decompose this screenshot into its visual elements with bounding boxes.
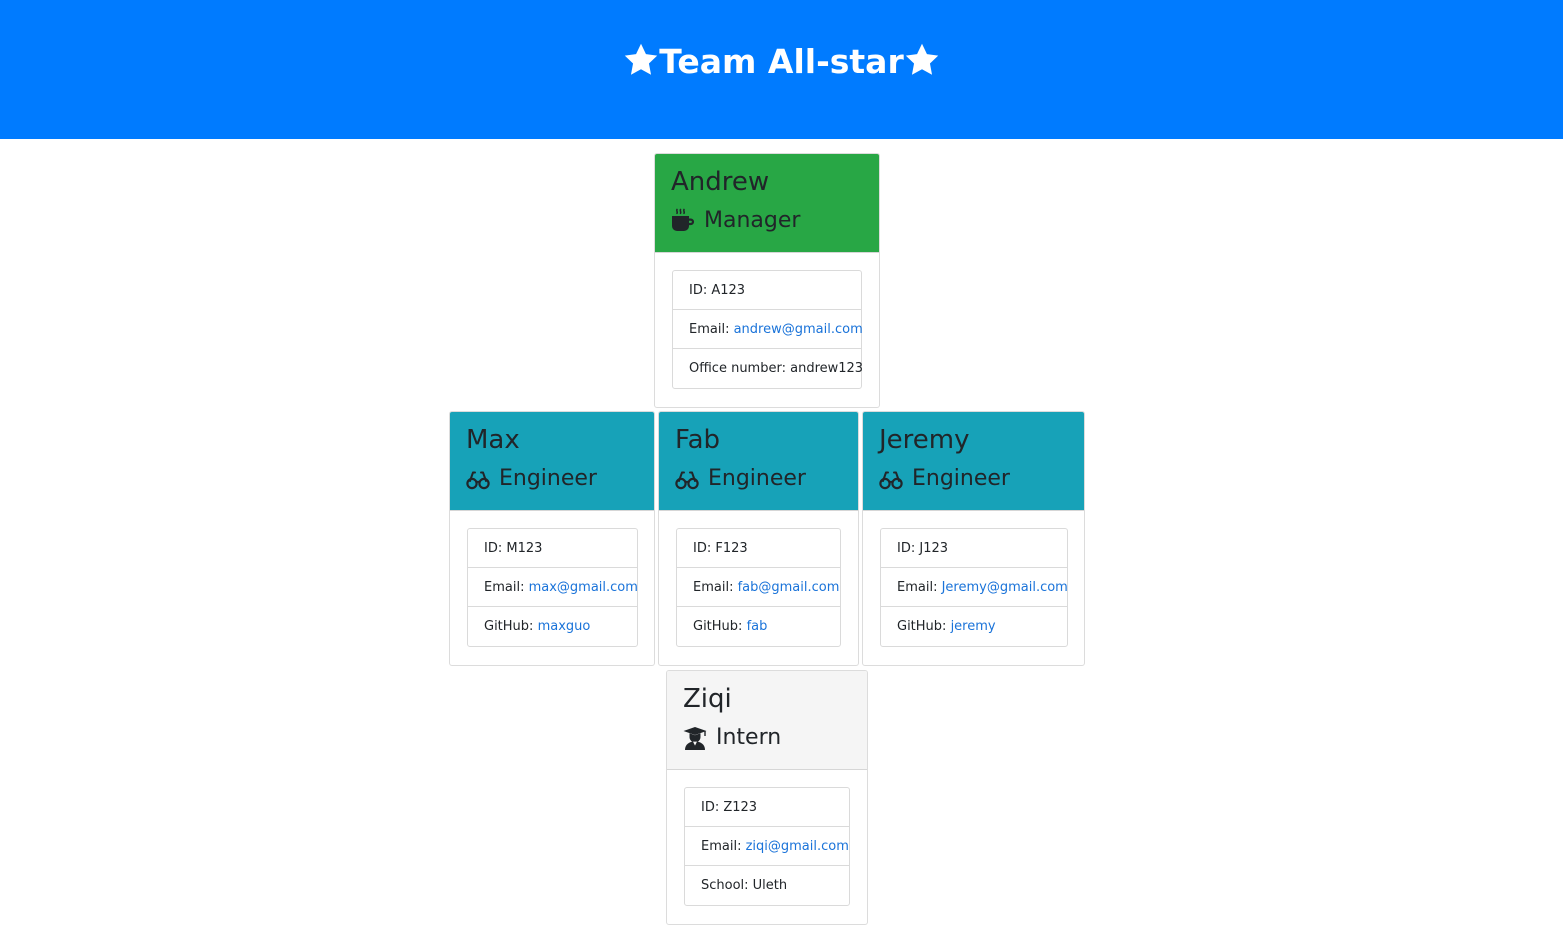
star-icon: [904, 42, 940, 78]
card-header: Jeremy Engineer: [863, 412, 1084, 511]
graduate-icon: [682, 725, 708, 751]
email-link[interactable]: andrew@gmail.com: [734, 322, 863, 337]
coffee-icon: [670, 208, 696, 234]
github-label: GitHub:: [897, 619, 951, 634]
employee-name: Ziqi: [683, 684, 732, 714]
email-link[interactable]: ziqi@gmail.com: [746, 839, 849, 854]
info-github: GitHub: jeremy: [881, 607, 1067, 646]
id-value: F123: [715, 541, 748, 556]
employee-name: Max: [466, 425, 520, 455]
employee-card-jeremy: Jeremy Engineer ID: J123 Email: Jeremy@g…: [862, 411, 1085, 666]
info-list: ID: Z123 Email: ziqi@gmail.com School: U…: [684, 787, 850, 906]
page-title: Team All-star: [0, 40, 1563, 84]
id-value: J123: [919, 541, 949, 556]
info-email: Email: max@gmail.com: [468, 568, 638, 607]
info-email: Email: fab@gmail.com: [677, 568, 840, 607]
employee-role-label: Engineer: [708, 466, 806, 491]
info-office-number: Office number: andrew123: [673, 349, 864, 388]
card-header: Ziqi Intern: [667, 671, 867, 770]
id-label: ID:: [897, 541, 920, 556]
info-email: Email: andrew@gmail.com: [673, 310, 863, 349]
info-email: Email: ziqi@gmail.com: [685, 827, 849, 866]
id-label: ID:: [693, 541, 716, 556]
star-icon: [623, 42, 659, 78]
info-school: School: Uleth: [685, 866, 849, 905]
employee-role: Engineer: [878, 464, 1010, 494]
email-label: Email:: [693, 580, 738, 595]
employee-role: Engineer: [674, 464, 806, 494]
email-label: Email:: [897, 580, 942, 595]
office-number-value: andrew123: [790, 361, 864, 376]
info-list: ID: A123 Email: andrew@gmail.com Office …: [672, 270, 864, 389]
info-list: ID: F123 Email: fab@gmail.com GitHub: fa…: [676, 528, 841, 647]
employee-role-label: Manager: [704, 208, 801, 233]
email-link[interactable]: Jeremy@gmail.com: [942, 580, 1068, 595]
page-header: Team All-star: [0, 0, 1563, 139]
info-email: Email: Jeremy@gmail.com: [881, 568, 1068, 607]
github-label: GitHub:: [693, 619, 747, 634]
github-label: GitHub:: [484, 619, 538, 634]
email-label: Email:: [701, 839, 746, 854]
employee-role: Manager: [670, 206, 800, 236]
id-label: ID:: [701, 800, 724, 815]
info-id: ID: Z123: [685, 788, 849, 827]
glasses-icon: [465, 466, 491, 492]
office-number-label: Office number:: [689, 361, 791, 376]
info-github: GitHub: fab: [677, 607, 840, 646]
github-link[interactable]: jeremy: [951, 619, 996, 634]
email-link[interactable]: max@gmail.com: [529, 580, 638, 595]
info-id: ID: J123: [881, 529, 1067, 568]
page-title-text: Team All-star: [659, 42, 904, 81]
email-link[interactable]: fab@gmail.com: [738, 580, 840, 595]
email-label: Email:: [689, 322, 734, 337]
employee-name: Jeremy: [879, 425, 970, 455]
employee-card-max: Max Engineer ID: M123 Email: max@gmail.c…: [449, 411, 655, 666]
employee-role: Engineer: [465, 464, 597, 494]
school-label: School:: [701, 878, 753, 893]
id-value: Z123: [723, 800, 758, 815]
id-label: ID:: [484, 541, 507, 556]
info-list: ID: M123 Email: max@gmail.com GitHub: ma…: [467, 528, 638, 647]
github-link[interactable]: maxguo: [538, 619, 591, 634]
glasses-icon: [878, 466, 904, 492]
email-label: Email:: [484, 580, 529, 595]
employee-card-andrew: Andrew Manager ID: A123 Email: andrew@gm…: [654, 153, 880, 408]
employee-role-label: Engineer: [499, 466, 597, 491]
employee-card-ziqi: Ziqi Intern ID: Z123 Email: ziqi@gmail.c…: [666, 670, 868, 925]
employee-role-label: Engineer: [912, 466, 1010, 491]
info-github: GitHub: maxguo: [468, 607, 637, 646]
info-id: ID: M123: [468, 529, 637, 568]
info-id: ID: A123: [673, 271, 861, 310]
id-value: A123: [711, 283, 746, 298]
github-link[interactable]: fab: [747, 619, 768, 634]
id-value: M123: [506, 541, 543, 556]
employee-card-fab: Fab Engineer ID: F123 Email: fab@gmail.c…: [658, 411, 859, 666]
card-header: Andrew Manager: [655, 154, 879, 253]
card-header: Fab Engineer: [659, 412, 858, 511]
glasses-icon: [674, 466, 700, 492]
id-label: ID:: [689, 283, 712, 298]
employee-name: Fab: [675, 425, 721, 455]
employee-role: Intern: [682, 723, 781, 753]
employee-name: Andrew: [671, 167, 770, 197]
employee-role-label: Intern: [716, 725, 782, 750]
info-id: ID: F123: [677, 529, 840, 568]
card-header: Max Engineer: [450, 412, 654, 511]
info-list: ID: J123 Email: Jeremy@gmail.com GitHub:…: [880, 528, 1068, 647]
school-value: Uleth: [752, 878, 788, 893]
